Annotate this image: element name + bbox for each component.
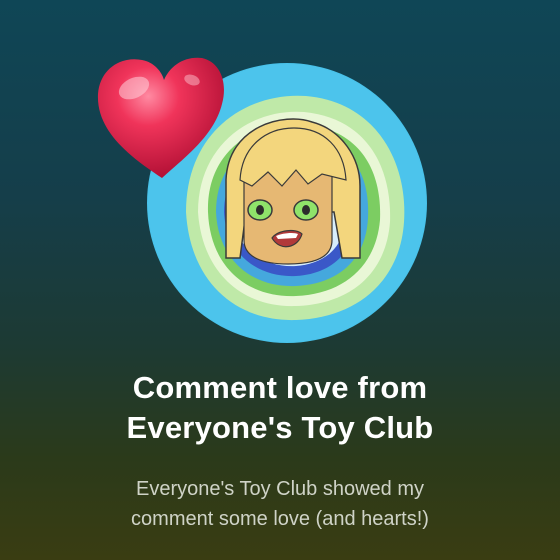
title-line-2: Everyone's Toy Club xyxy=(126,410,434,445)
body-line-2: comment some love (and hearts!) xyxy=(131,508,429,530)
title-line-1: Comment love from xyxy=(132,370,428,405)
notification-title: Comment love from Everyone's Toy Club xyxy=(40,368,520,448)
body-line-1: Everyone's Toy Club showed my xyxy=(135,478,425,500)
heart-icon xyxy=(92,50,228,182)
comment-love-card: Comment love from Everyone's Toy Club Ev… xyxy=(0,0,560,560)
notification-body: Everyone's Toy Club showed my comment so… xyxy=(40,474,520,534)
